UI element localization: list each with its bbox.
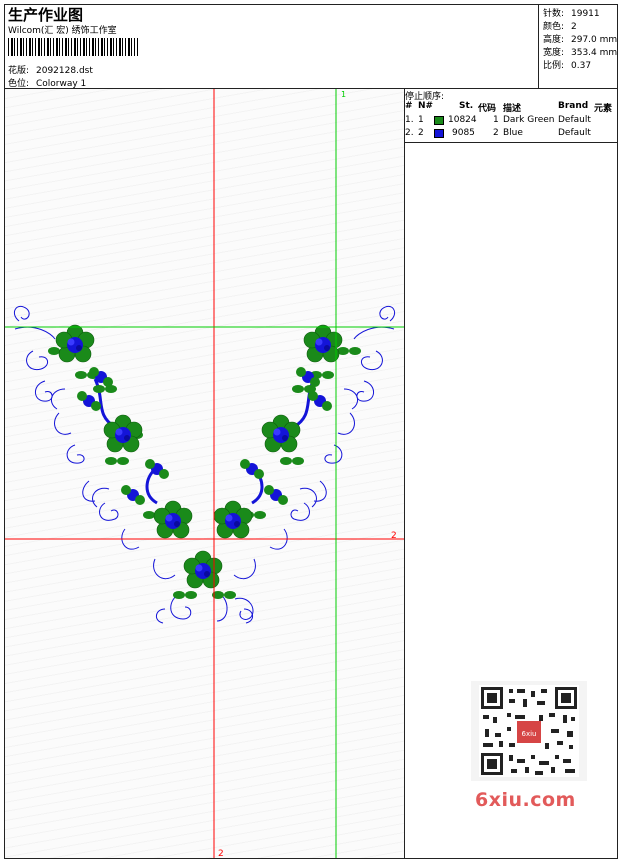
panel-divider <box>404 89 405 859</box>
row-index: 1. <box>405 115 414 125</box>
row-brand: Default <box>558 128 591 138</box>
marker-red-vertical: 2 <box>218 849 224 858</box>
design-file-value: 2092128.dst <box>36 66 93 76</box>
page-title: 生产作业图 <box>8 6 84 24</box>
qr-code: 6xiu <box>471 681 587 781</box>
stat-stitches: 针数: 19911 <box>543 6 600 19</box>
stat-label: 宽度: <box>543 48 565 58</box>
stat-label: 比例: <box>543 61 565 71</box>
stat-value: 297.0 mm <box>571 35 618 45</box>
col-code: 代码 <box>478 104 497 114</box>
row-code: 1 <box>493 115 499 125</box>
embroidery-preview: 1 2 2 <box>5 89 404 858</box>
stats-panel: 针数: 19911 颜色: 2 高度: 297.0 mm 宽度: 353.4 mm 比例… <box>538 4 619 88</box>
row-description: Dark Green <box>503 115 555 125</box>
stat-label: 高度: <box>543 35 565 45</box>
col-needle: N# <box>418 101 434 111</box>
barcode <box>8 38 138 56</box>
studio-name: Wilcom(汇 宏) 绣饰工作室 <box>8 26 117 36</box>
row-brand: Default <box>558 115 591 125</box>
stop-sequence-panel: 停止顺序: # N# St. 代码 描述 Brand 元素 1. 1 10824… <box>405 89 618 143</box>
table-row[interactable]: 2. 2 9085 2 Blue Default <box>405 128 618 141</box>
stat-colors: 颜色: 2 <box>543 19 577 32</box>
marker-red-horizontal: 2 <box>391 531 397 541</box>
row-description: Blue <box>503 128 523 138</box>
row-index: 2. <box>405 128 414 138</box>
flower-motifs <box>55 324 343 589</box>
col-brand: Brand <box>558 101 589 111</box>
stat-scale: 比例: 0.37 <box>543 58 591 71</box>
stat-width: 宽度: 353.4 mm <box>543 45 617 58</box>
design-canvas[interactable]: 1 2 2 <box>5 89 404 858</box>
table-row[interactable]: 1. 1 10824 1 Dark Green Default <box>405 115 618 128</box>
col-element: 元素 <box>594 104 613 114</box>
row-stitches: 9085 <box>452 128 475 138</box>
watermark-text: 6xiu.com <box>475 789 576 811</box>
col-hash: # <box>405 101 413 111</box>
design-file-label: 花版: <box>8 66 30 76</box>
stat-value: 353.4 mm <box>571 48 618 58</box>
col-description: 描述 <box>503 104 522 114</box>
row-stitches: 10824 <box>448 115 477 125</box>
stat-label: 针数: <box>543 9 565 19</box>
design-file-line: 花版: 2092128.dst <box>8 63 93 76</box>
color-swatch-green <box>434 116 444 125</box>
qr-badge-text: 6xiu <box>522 730 537 738</box>
qr-code-graphic: 6xiu <box>479 685 579 777</box>
stat-value: 19911 <box>571 9 600 19</box>
stat-label: 颜色: <box>543 22 565 32</box>
marker-green: 1 <box>341 90 346 99</box>
stat-value: 0.37 <box>571 61 592 71</box>
col-stitches: St. <box>459 101 474 111</box>
row-needle: 1 <box>418 115 424 125</box>
stat-value: 2 <box>571 22 577 32</box>
row-needle: 2 <box>418 128 424 138</box>
row-code: 2 <box>493 128 499 138</box>
color-swatch-blue <box>434 129 444 138</box>
stat-height: 高度: 297.0 mm <box>543 32 617 45</box>
